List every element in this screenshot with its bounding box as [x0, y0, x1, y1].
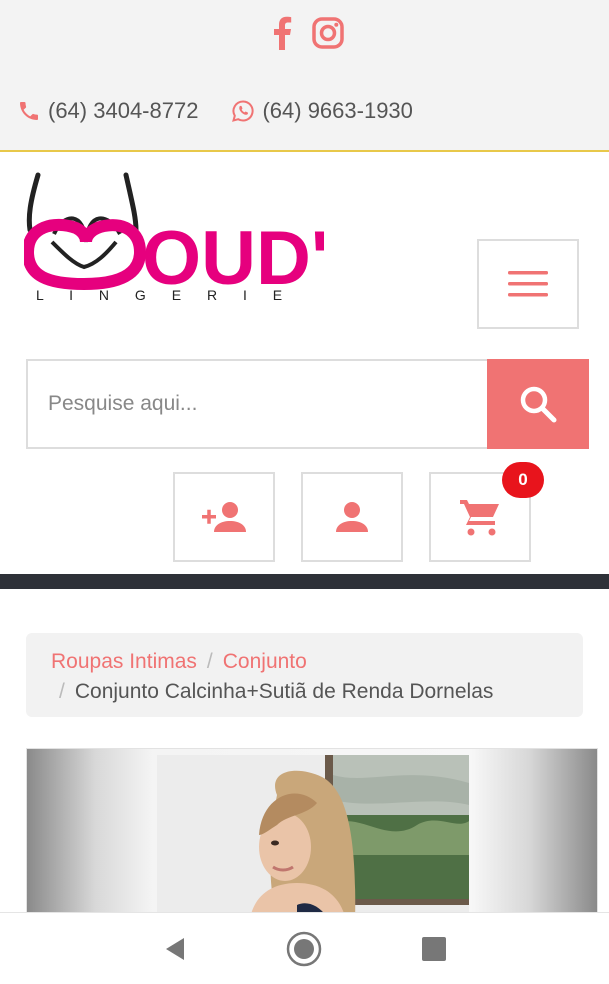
add-user-icon — [202, 502, 246, 532]
system-navigation-bar — [0, 912, 609, 984]
phone-contact[interactable]: (64) 3404-8772 — [16, 98, 198, 124]
phone-icon — [16, 98, 42, 124]
cart-button[interactable]: 0 — [429, 462, 544, 562]
hamburger-icon — [508, 271, 548, 297]
breadcrumb-separator: / — [59, 680, 65, 703]
search-button[interactable] — [487, 359, 589, 449]
product-photo — [157, 755, 469, 917]
breadcrumb-separator: / — [206, 650, 213, 673]
header-actions: 0 — [173, 462, 544, 562]
social-links — [0, 14, 609, 52]
recents-icon[interactable] — [414, 929, 454, 969]
site-header: OUD'S L I N G E R I E 0 — [0, 154, 609, 574]
instagram-icon[interactable] — [311, 14, 345, 52]
facebook-icon[interactable] — [265, 14, 299, 52]
menu-button[interactable] — [477, 239, 579, 329]
cart-icon — [460, 500, 499, 536]
search-bar — [26, 359, 589, 449]
whatsapp-icon — [230, 98, 256, 124]
breadcrumb: Roupas Intimas / Conjunto / Conjunto Calcin… — [26, 633, 583, 717]
top-bar: (64) 3404-8772 (64) 9663-1930 — [0, 0, 609, 152]
search-icon — [520, 386, 557, 423]
brand-logo[interactable]: OUD'S L I N G E R I E — [21, 172, 380, 303]
whatsapp-contact[interactable]: (64) 9663-1930 — [230, 98, 413, 124]
logo-subtext: L I N G E R I E — [36, 287, 293, 302]
account-button[interactable] — [301, 472, 403, 562]
home-icon[interactable] — [284, 929, 324, 969]
contact-info: (64) 3404-8772 (64) 9663-1930 — [16, 98, 413, 124]
phone-number: (64) 3404-8772 — [48, 98, 199, 123]
cart-count-badge: 0 — [502, 462, 544, 498]
breadcrumb-item-roupas-intimas[interactable]: Roupas Intimas — [51, 650, 197, 673]
register-button[interactable] — [173, 472, 275, 562]
user-icon — [336, 502, 368, 532]
product-image-carousel[interactable] — [26, 748, 598, 918]
back-icon[interactable] — [155, 929, 195, 969]
whatsapp-number: (64) 9663-1930 — [262, 98, 413, 123]
search-input[interactable] — [26, 359, 487, 449]
breadcrumb-item-conjunto[interactable]: Conjunto — [223, 650, 307, 673]
breadcrumb-current: Conjunto Calcinha+Sutiã de Renda Dornela… — [74, 680, 494, 703]
header-divider — [0, 574, 609, 589]
